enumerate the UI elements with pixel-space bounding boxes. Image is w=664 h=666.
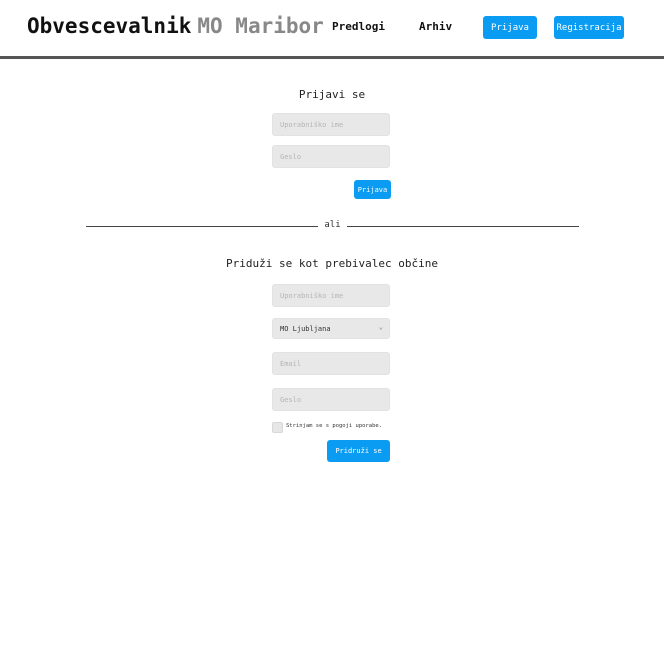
chevron-down-icon: ⌄ bbox=[378, 323, 383, 331]
terms-checkbox[interactable] bbox=[272, 422, 283, 433]
header-register-button[interactable]: Registracija bbox=[554, 16, 624, 39]
municipality-selected-value: MO Ljubljana bbox=[280, 325, 331, 333]
top-navbar: Obvescevalnik MO Maribor Predlogi Arhiv P… bbox=[0, 0, 664, 59]
join-title: Priduži se kot prebivalec občine bbox=[226, 257, 438, 270]
login-title: Prijavi se bbox=[298, 88, 366, 101]
brand-logo[interactable]: Obvescevalnik MO Maribor bbox=[27, 14, 324, 38]
brand-city: MO Maribor bbox=[197, 14, 324, 38]
nav-arhiv[interactable]: Arhiv bbox=[419, 20, 452, 33]
login-submit-button[interactable]: Prijava bbox=[354, 180, 391, 199]
terms-label: Strinjam se s pogoji uporabe. bbox=[286, 423, 383, 429]
join-username-input[interactable] bbox=[272, 284, 390, 307]
municipality-select[interactable]: MO Ljubljana ⌄ bbox=[272, 318, 390, 339]
join-email-input[interactable] bbox=[272, 352, 390, 375]
nav-predlogi[interactable]: Predlogi bbox=[332, 20, 385, 33]
header-login-button[interactable]: Prijava bbox=[483, 16, 537, 39]
login-username-input[interactable] bbox=[272, 113, 390, 136]
login-password-input[interactable] bbox=[272, 145, 390, 168]
join-password-input[interactable] bbox=[272, 388, 390, 411]
brand-title: Obvescevalnik bbox=[27, 14, 192, 38]
join-submit-button[interactable]: Pridruži se bbox=[327, 440, 390, 462]
divider-line-right bbox=[347, 226, 579, 227]
divider-text: ali bbox=[324, 220, 341, 230]
divider-line-left bbox=[86, 226, 318, 227]
